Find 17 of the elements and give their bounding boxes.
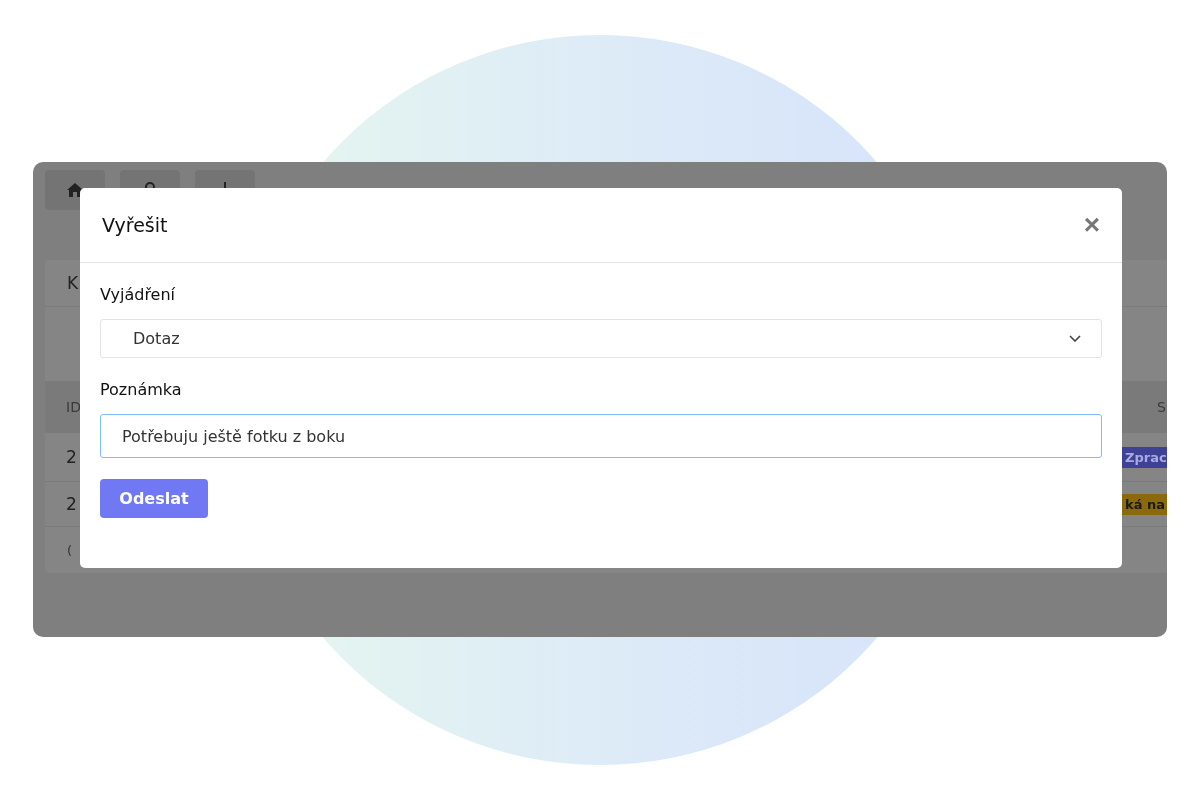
column-header: S [1156, 398, 1167, 415]
input-field[interactable]: Potřebuju ještě fotku z boku [100, 414, 1102, 458]
dialog-title: Vyřešit [102, 214, 168, 236]
table-cell: 2 [66, 494, 77, 515]
select-field[interactable]: Dotaz [100, 319, 1102, 358]
card-title: K [67, 272, 79, 293]
status-badge: Zprac [1119, 446, 1167, 468]
column-header: ID [66, 398, 81, 415]
close-button[interactable]: × [1083, 211, 1100, 239]
status-badge: ká na [1119, 493, 1167, 515]
field-label: Vyjádření [100, 285, 177, 304]
submit-button[interactable]: Odeslat [100, 479, 208, 518]
home-icon [67, 183, 83, 197]
field-label: Poznámka [100, 380, 183, 399]
chevron-down-icon [1069, 335, 1081, 342]
table-cell: 2 [66, 447, 77, 468]
table-footer: ( [67, 542, 73, 558]
